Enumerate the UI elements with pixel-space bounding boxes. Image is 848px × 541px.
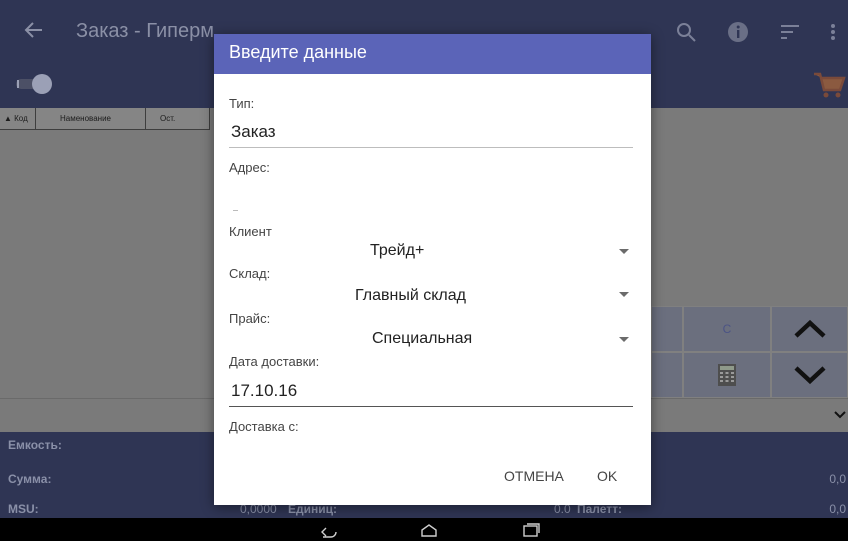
- price-dropdown-icon[interactable]: [619, 337, 629, 342]
- screen: Заказ - Гиперм ▲ Код Наменование Ост. C …: [0, 0, 848, 541]
- type-field[interactable]: Заказ: [231, 122, 276, 142]
- chevron-down-icon: [793, 366, 826, 385]
- nav-home-icon[interactable]: [418, 522, 440, 538]
- price-label: Прайс:: [229, 311, 271, 326]
- enter-data-dialog: Введите данные Тип: Заказ Адрес: Клиент …: [214, 34, 651, 505]
- delivery-date-label: Дата доставки:: [229, 354, 320, 369]
- client-dropdown-icon[interactable]: [619, 249, 629, 254]
- expand-chevron-icon[interactable]: [834, 410, 846, 420]
- column-code[interactable]: ▲ Код: [0, 108, 36, 130]
- keypad-key[interactable]: [651, 306, 683, 352]
- warehouse-select[interactable]: Главный склад: [355, 287, 466, 305]
- sum-value: 0,0: [829, 472, 846, 486]
- keypad-key[interactable]: [651, 352, 683, 398]
- app-title: Заказ - Гиперм: [76, 20, 214, 42]
- keypad-c-key[interactable]: C: [683, 306, 771, 352]
- keypad-up-key[interactable]: [771, 306, 848, 352]
- msu-right-value: 0,0: [829, 502, 846, 516]
- info-icon[interactable]: [726, 20, 752, 46]
- chevron-up-icon: [793, 319, 826, 338]
- type-label: Тип:: [229, 96, 255, 111]
- keypad-down-key[interactable]: [771, 352, 848, 398]
- warehouse-label: Склад:: [229, 266, 271, 281]
- nav-back-icon[interactable]: [318, 522, 340, 538]
- dialog-title: Введите данные: [214, 34, 651, 74]
- client-select[interactable]: Трейд+: [370, 242, 424, 260]
- sort-icon[interactable]: [778, 20, 804, 46]
- keypad-calculator-key[interactable]: [683, 352, 771, 398]
- system-nav-bar: [0, 518, 848, 541]
- sum-label: Сумма:: [8, 472, 52, 486]
- client-label: Клиент: [229, 224, 272, 239]
- cart-icon[interactable]: [812, 68, 846, 100]
- search-icon[interactable]: [674, 20, 700, 46]
- delivery-date-underline: [229, 406, 633, 407]
- capacity-label: Емкость:: [8, 438, 62, 452]
- column-name[interactable]: Наменование: [36, 108, 146, 130]
- calculator-icon: [718, 364, 736, 386]
- address-label: Адрес:: [229, 160, 270, 175]
- delivery-date-field[interactable]: 17.10.16: [231, 381, 297, 401]
- msu-label: MSU:: [8, 502, 39, 516]
- delivery-from-label: Доставка с:: [229, 419, 299, 434]
- nav-recents-icon[interactable]: [519, 522, 541, 538]
- price-select[interactable]: Специальная: [372, 330, 472, 348]
- column-stock[interactable]: Ост.: [146, 108, 210, 130]
- back-arrow-icon[interactable]: [22, 18, 48, 44]
- products-table-header: ▲ Код Наменование Ост.: [0, 108, 210, 130]
- warehouse-dropdown-icon[interactable]: [619, 292, 629, 297]
- type-underline: [229, 147, 633, 148]
- mode-toggle-switch[interactable]: [12, 73, 56, 95]
- ok-button[interactable]: OK: [597, 468, 617, 484]
- address-field[interactable]: [233, 210, 238, 211]
- cancel-button[interactable]: ОТМЕНА: [504, 468, 564, 484]
- overflow-menu-icon[interactable]: [826, 20, 840, 46]
